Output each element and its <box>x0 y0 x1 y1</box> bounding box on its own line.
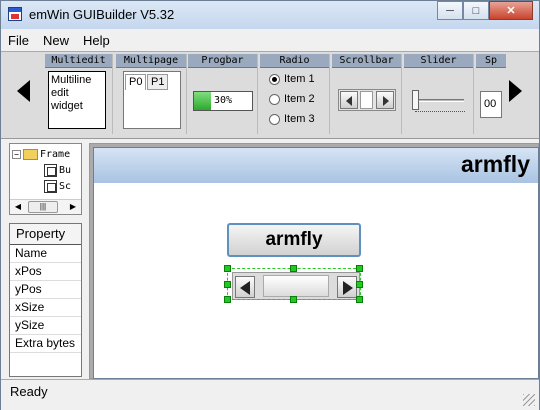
widget-tree: − Frame Bu Sc ◀ ||| ▶ <box>9 143 82 215</box>
radio-item: Item 2 <box>269 91 315 107</box>
tree-node-label: Bu <box>59 164 72 176</box>
palette-spinbox[interactable]: Sp 00 <box>476 54 506 134</box>
multiedit-preview: Multiline edit widget <box>48 71 106 129</box>
title-bar: emWin GUIBuilder V5.32 ─ □ ✕ <box>1 1 539 29</box>
window-title: emWin GUIBuilder V5.32 <box>29 7 175 22</box>
tree-node[interactable]: Sc <box>44 178 71 194</box>
frame-title-bar: armfly <box>94 148 538 183</box>
palette-slider[interactable]: Slider <box>404 54 474 134</box>
palette-caption: Slider <box>404 54 473 68</box>
resize-handle[interactable] <box>356 296 363 303</box>
scroll-thumb[interactable]: ||| <box>28 201 58 213</box>
tree-node[interactable]: Bu <box>44 162 71 178</box>
radio-item: Item 3 <box>269 111 315 127</box>
scroll-left-icon <box>340 91 358 109</box>
palette-scrollbar[interactable]: Scrollbar <box>332 54 402 134</box>
palette-caption: Scrollbar <box>332 54 401 68</box>
resize-handle[interactable] <box>290 265 297 272</box>
radio-label: Item 2 <box>284 93 315 105</box>
multipage-tab: P0 <box>125 74 147 90</box>
resize-handle[interactable] <box>356 265 363 272</box>
radio-selected-icon <box>269 73 280 85</box>
menu-help[interactable]: Help <box>76 31 117 51</box>
radio-empty-icon <box>269 113 280 125</box>
menu-file[interactable]: File <box>1 31 36 51</box>
menu-new[interactable]: New <box>36 31 76 51</box>
tree-node[interactable]: − Frame <box>12 146 70 162</box>
palette-radio[interactable]: Radio Item 1 Item 2 Item 3 <box>260 54 330 134</box>
resize-handle[interactable] <box>356 281 363 288</box>
window-controls: ─ □ ✕ <box>437 1 533 20</box>
slider-thumb <box>412 90 419 110</box>
palette-multiedit[interactable]: Multiedit Multiline edit widget <box>45 54 113 134</box>
palette-scroll-left-icon[interactable] <box>17 80 30 102</box>
palette-scroll-right-icon[interactable] <box>509 80 522 102</box>
palette-progbar[interactable]: Progbar 30% <box>188 54 258 134</box>
property-header: Property <box>10 224 81 245</box>
palette-caption: Radio <box>260 54 329 68</box>
slider-ticks <box>415 111 465 115</box>
minimize-button[interactable]: ─ <box>437 1 463 20</box>
frame-title: armfly <box>460 151 530 177</box>
resize-handle[interactable] <box>290 296 297 303</box>
scrollbar-preview <box>338 89 396 111</box>
slider-track <box>414 99 464 102</box>
design-canvas: armfly armfly <box>89 143 539 379</box>
property-row[interactable]: Extra bytes <box>10 335 81 353</box>
radio-label: Item 3 <box>284 113 315 125</box>
menu-bar: File New Help <box>1 31 539 51</box>
tree-node-label: Frame <box>40 148 71 160</box>
button-icon <box>44 163 57 177</box>
app-window: emWin GUIBuilder V5.32 ─ □ ✕ File New He… <box>0 0 540 410</box>
app-icon <box>8 7 22 21</box>
resize-handle[interactable] <box>224 265 231 272</box>
progress-bar-preview: 30% <box>193 91 253 111</box>
spinbox-preview: 00 <box>480 91 502 118</box>
widget-palette: Multiedit Multiline edit widget Multipag… <box>1 51 539 139</box>
property-row[interactable]: xSize <box>10 299 81 317</box>
resize-handle[interactable] <box>224 296 231 303</box>
multipage-tab: P1 <box>147 74 169 90</box>
scroll-thumb <box>360 91 373 109</box>
multipage-preview: P0 P1 <box>123 71 181 129</box>
radio-label: Item 1 <box>284 73 315 85</box>
palette-caption: Sp <box>476 54 506 68</box>
scroll-left-icon[interactable]: ◀ <box>12 201 24 213</box>
palette-caption: Progbar <box>188 54 257 68</box>
folder-icon <box>23 148 38 160</box>
collapse-icon[interactable]: − <box>12 149 21 159</box>
status-bar: Ready <box>1 379 539 410</box>
canvas-button-widget[interactable]: armfly <box>227 223 361 257</box>
resize-grip-icon[interactable] <box>523 394 535 406</box>
tree-node-label: Sc <box>59 180 72 192</box>
resize-handle[interactable] <box>224 281 231 288</box>
property-row[interactable]: Name <box>10 245 81 263</box>
property-row[interactable]: yPos <box>10 281 81 299</box>
progress-label: 30% <box>213 95 233 106</box>
scroll-right-icon[interactable]: ▶ <box>67 201 79 213</box>
palette-multipage[interactable]: Multipage P0 P1 <box>116 54 187 134</box>
scrollbar-icon <box>44 179 57 193</box>
scroll-right-icon <box>376 91 394 109</box>
status-text: Ready <box>10 384 48 399</box>
close-button[interactable]: ✕ <box>489 1 533 20</box>
property-row[interactable]: ySize <box>10 317 81 335</box>
property-panel: Property Name xPos yPos xSize ySize Extr… <box>9 223 82 377</box>
property-row[interactable]: xPos <box>10 263 81 281</box>
radio-item: Item 1 <box>269 71 315 87</box>
radio-empty-icon <box>269 93 280 105</box>
palette-caption: Multipage <box>116 54 186 68</box>
maximize-button[interactable]: □ <box>463 1 489 20</box>
palette-caption: Multiedit <box>45 54 112 68</box>
frame-window[interactable]: armfly armfly <box>93 147 539 379</box>
tree-horizontal-scrollbar[interactable]: ◀ ||| ▶ <box>10 199 81 214</box>
